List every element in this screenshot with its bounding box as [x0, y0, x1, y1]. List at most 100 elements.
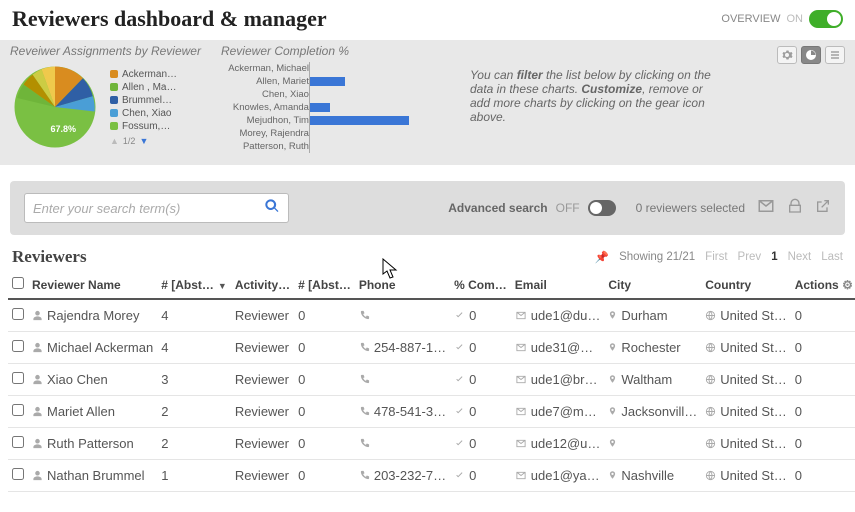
search-input[interactable] [33, 201, 264, 216]
page-next[interactable]: Next [788, 251, 812, 263]
advanced-search-toggle[interactable] [588, 200, 616, 216]
list-view-icon[interactable] [825, 46, 845, 64]
search-bar: Advanced search OFF 0 reviewers selected [10, 181, 845, 235]
cell-country: United St… [701, 460, 790, 492]
overview-switch[interactable]: OVERVIEW ON [721, 10, 843, 28]
gear-icon[interactable]: ⚙ [842, 278, 853, 292]
mail-icon[interactable] [757, 197, 775, 220]
list-title: Reviewers [12, 247, 87, 267]
cell-email[interactable]: ude1@br… [511, 364, 605, 396]
page-first[interactable]: First [705, 251, 727, 263]
cell-actions[interactable]: 0 [791, 428, 855, 460]
selected-count: 0 reviewers selected [636, 201, 745, 215]
page-prev[interactable]: Prev [738, 251, 762, 263]
pin-icon [608, 437, 617, 451]
table-row[interactable]: Rajendra Morey4Reviewer00ude1@du…DurhamU… [8, 299, 855, 332]
cell-abstracts: 1 [157, 460, 231, 492]
dashboard-panel: Reveiwer Assignments by Reviewer 67.8% A… [0, 40, 855, 165]
phone-icon [359, 309, 370, 323]
cell-activity: Reviewer [231, 299, 294, 332]
row-checkbox[interactable] [12, 308, 24, 320]
globe-icon [705, 309, 716, 323]
overview-state: ON [787, 13, 804, 25]
search-icon[interactable] [264, 198, 280, 218]
row-checkbox[interactable] [12, 404, 24, 416]
cell-country: United St… [701, 396, 790, 428]
gear-icon[interactable] [777, 46, 797, 64]
mail-icon [515, 373, 527, 387]
col-city[interactable]: City [604, 271, 701, 299]
table-row[interactable]: Ruth Patterson2Reviewer00ude12@u…United … [8, 428, 855, 460]
overview-label: OVERVIEW [721, 13, 780, 25]
cell-country: United St… [701, 332, 790, 364]
mail-icon [515, 437, 527, 451]
row-checkbox[interactable] [12, 436, 24, 448]
pie-chart[interactable]: 67.8% [10, 62, 100, 152]
mail-icon [515, 309, 527, 323]
advanced-search-label: Advanced search [448, 201, 547, 215]
cell-complete: 0 [450, 332, 511, 364]
phone-icon [359, 469, 370, 483]
cell-email[interactable]: ude7@m… [511, 396, 605, 428]
globe-icon [705, 469, 716, 483]
row-checkbox[interactable] [12, 372, 24, 384]
col-phone[interactable]: Phone [355, 271, 450, 299]
cell-name: Ruth Patterson [28, 428, 157, 460]
col-email[interactable]: Email [511, 271, 605, 299]
cell-city: Rochester [604, 332, 701, 364]
phone-icon [359, 341, 370, 355]
external-link-icon[interactable] [815, 198, 831, 219]
phone-icon [359, 437, 370, 451]
toggle-on-icon[interactable] [809, 10, 843, 28]
charts-hint: You can filter the list below by clickin… [470, 68, 720, 124]
globe-icon [705, 373, 716, 387]
cell-activity: Reviewer [231, 460, 294, 492]
cell-email[interactable]: ude12@u… [511, 428, 605, 460]
col-complete[interactable]: % Com… [450, 271, 511, 299]
table-row[interactable]: Mariet Allen2Reviewer0478-541-3…0ude7@m…… [8, 396, 855, 428]
row-checkbox[interactable] [12, 468, 24, 480]
check-icon [454, 341, 465, 355]
cell-phone: 203-232-7… [355, 460, 450, 492]
legend-pager[interactable]: ▲1/2▼ [110, 136, 177, 146]
col-abstracts[interactable]: # [Abst…▼ [157, 271, 231, 299]
cell-email[interactable]: ude1@ya… [511, 460, 605, 492]
cell-actions[interactable]: 0 [791, 332, 855, 364]
page-last[interactable]: Last [821, 251, 843, 263]
lock-icon[interactable] [787, 198, 803, 219]
cell-actions[interactable]: 0 [791, 460, 855, 492]
cell-email[interactable]: ude1@du… [511, 299, 605, 332]
cell-name: Michael Ackerman [28, 332, 157, 364]
cell-actions[interactable]: 0 [791, 396, 855, 428]
table-row[interactable]: Nathan Brummel1Reviewer0203-232-7…0ude1@… [8, 460, 855, 492]
cell-name: Nathan Brummel [28, 460, 157, 492]
pin-icon [608, 341, 617, 355]
pin-icon[interactable]: 📌 [595, 250, 609, 264]
col-activity[interactable]: Activity… [231, 271, 294, 299]
svg-text:67.8%: 67.8% [51, 124, 77, 134]
col-abstracts2[interactable]: # [Abst… [294, 271, 355, 299]
table-row[interactable]: Michael Ackerman4Reviewer0254-887-1…0ude… [8, 332, 855, 364]
pie-chart-block: Reveiwer Assignments by Reviewer 67.8% A… [10, 44, 201, 152]
advanced-search-state: OFF [556, 201, 580, 215]
pin-icon [608, 469, 617, 483]
globe-icon [705, 437, 716, 451]
cell-actions[interactable]: 0 [791, 299, 855, 332]
chart-view-icon[interactable] [801, 46, 821, 64]
cell-phone [355, 299, 450, 332]
mail-icon [515, 469, 527, 483]
row-checkbox[interactable] [12, 340, 24, 352]
bar-chart[interactable]: Ackerman, MichaelAllen, MarietChen, Xiao… [221, 62, 420, 153]
cell-complete: 0 [450, 396, 511, 428]
select-all-checkbox[interactable] [12, 277, 24, 289]
table-row[interactable]: Xiao Chen3Reviewer00ude1@br…WalthamUnite… [8, 364, 855, 396]
col-reviewer-name[interactable]: Reviewer Name [28, 271, 157, 299]
cell-actions[interactable]: 0 [791, 364, 855, 396]
cell-email[interactable]: ude31@… [511, 332, 605, 364]
pin-icon [608, 309, 617, 323]
col-country[interactable]: Country [701, 271, 790, 299]
cell-abstracts2: 0 [294, 460, 355, 492]
mail-icon [515, 341, 527, 355]
col-actions[interactable]: Actions ⚙ [791, 271, 855, 299]
search-input-wrap[interactable] [24, 193, 289, 223]
